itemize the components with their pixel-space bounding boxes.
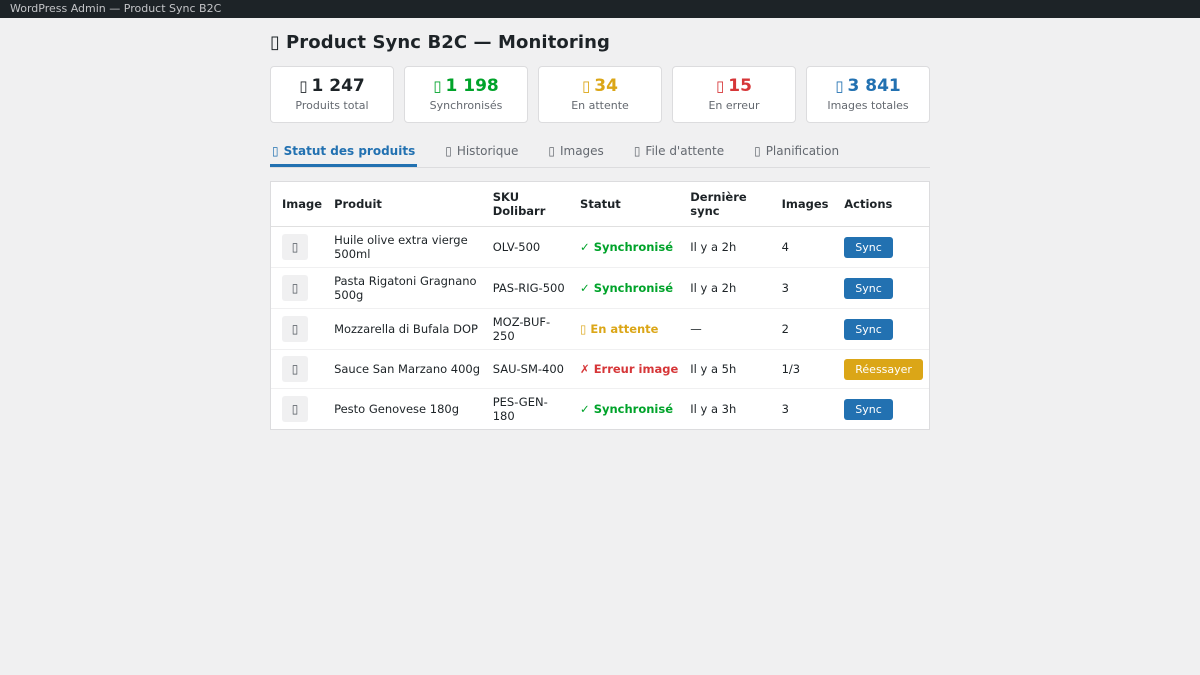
content-area: ▯ Product Sync B2C — Monitoring ▯ 1 247 Pr…	[270, 18, 930, 430]
stat-value: 34	[594, 76, 618, 96]
error-icon: ▯	[716, 77, 724, 95]
stat-value: 1 247	[312, 76, 365, 96]
last-sync: —	[684, 309, 775, 350]
stat-card-synchronises: ▯ 1 198 Synchronisés	[404, 66, 528, 123]
admin-topbar: WordPress Admin — Product Sync B2C	[0, 0, 1200, 18]
tab-historique[interactable]: ▯Historique	[443, 140, 520, 167]
column-header-image: Image	[271, 182, 328, 227]
image-icon: ▯	[548, 144, 555, 158]
column-header-statut: Statut	[574, 182, 684, 227]
tab-images[interactable]: ▯Images	[546, 140, 605, 167]
table-header-row: Image Produit SKU Dolibarr Statut Derniè…	[271, 182, 929, 227]
image-count: 1/3	[776, 350, 839, 389]
stat-value: 3 841	[848, 76, 901, 96]
product-name: Mozzarella di Bufala DOP	[328, 309, 487, 350]
image-count: 2	[776, 309, 839, 350]
product-sku: PAS-RIG-500	[487, 268, 574, 309]
product-name: Huile olive extra vierge 500ml	[328, 227, 487, 268]
product-thumbnail: ▯	[282, 275, 308, 301]
product-name: Sauce San Marzano 400g	[328, 350, 487, 389]
status-badge: ▯En attente	[580, 322, 658, 336]
table-row: ▯ Mozzarella di Bufala DOP MOZ-BUF-250 ▯…	[271, 309, 929, 350]
product-sku: OLV-500	[487, 227, 574, 268]
table-row: ▯ Pesto Genovese 180g PES-GEN-180 ✓Synch…	[271, 389, 929, 430]
sync-button[interactable]: Sync	[844, 237, 893, 258]
check-icon: ▯	[433, 77, 441, 95]
stat-label: Images totales	[811, 99, 925, 112]
last-sync: Il y a 2h	[684, 227, 775, 268]
products-table: Image Produit SKU Dolibarr Statut Derniè…	[271, 182, 929, 429]
stat-label: Produits total	[275, 99, 389, 112]
stat-value: 15	[728, 76, 752, 96]
queue-icon: ▯	[634, 144, 641, 158]
page-title: ▯ Product Sync B2C — Monitoring	[270, 32, 930, 53]
status-badge: ✓Synchronisé	[580, 402, 673, 416]
stat-label: Synchronisés	[409, 99, 523, 112]
image-count: 3	[776, 389, 839, 430]
sync-button[interactable]: Sync	[844, 399, 893, 420]
chart-icon: ▯	[272, 144, 279, 158]
tab-file-d-attente[interactable]: ▯File d'attente	[632, 140, 726, 167]
stat-label: En attente	[543, 99, 657, 112]
hourglass-icon: ▯	[580, 322, 586, 336]
hourglass-icon: ▯	[582, 77, 590, 95]
check-icon: ✓	[580, 281, 590, 295]
product-sku: MOZ-BUF-250	[487, 309, 574, 350]
sync-button[interactable]: Sync	[844, 278, 893, 299]
product-thumbnail: ▯	[282, 356, 308, 382]
clock-icon: ▯	[445, 144, 452, 158]
tab-planification[interactable]: ▯Planification	[752, 140, 841, 167]
stat-card-en-attente: ▯34 En attente	[538, 66, 662, 123]
check-icon: ✓	[580, 402, 590, 416]
product-sku: SAU-SM-400	[487, 350, 574, 389]
check-icon: ✓	[580, 240, 590, 254]
last-sync: Il y a 5h	[684, 350, 775, 389]
image-count: 3	[776, 268, 839, 309]
product-name: Pasta Rigatoni Gragnano 500g	[328, 268, 487, 309]
stat-label: En erreur	[677, 99, 791, 112]
sync-icon: ▯	[270, 32, 280, 53]
cross-icon: ✗	[580, 362, 590, 376]
status-badge: ✓Synchronisé	[580, 281, 673, 295]
package-icon: ▯	[299, 77, 307, 95]
stat-value: 1 198	[446, 76, 499, 96]
product-thumbnail: ▯	[282, 396, 308, 422]
stat-card-produits-total: ▯ 1 247 Produits total	[270, 66, 394, 123]
column-header-images: Images	[776, 182, 839, 227]
stat-card-en-erreur: ▯15 En erreur	[672, 66, 796, 123]
column-header-produit: Produit	[328, 182, 487, 227]
products-table-container: Image Produit SKU Dolibarr Statut Derniè…	[270, 181, 930, 430]
stats-row: ▯ 1 247 Produits total ▯ 1 198 Synchronisé…	[270, 66, 930, 123]
last-sync: Il y a 3h	[684, 389, 775, 430]
column-header-derniere-sync: Dernière sync	[684, 182, 775, 227]
product-sku: PES-GEN-180	[487, 389, 574, 430]
image-count: 4	[776, 227, 839, 268]
product-thumbnail: ▯	[282, 234, 308, 260]
image-icon: ▯	[835, 77, 843, 95]
admin-topbar-title: WordPress Admin — Product Sync B2C	[10, 2, 221, 15]
column-header-sku: SKU Dolibarr	[487, 182, 574, 227]
sync-button[interactable]: Sync	[844, 319, 893, 340]
table-row: ▯ Pasta Rigatoni Gragnano 500g PAS-RIG-5…	[271, 268, 929, 309]
retry-button[interactable]: Réessayer	[844, 359, 923, 380]
tab-bar: ▯Statut des produits ▯Historique ▯Images…	[270, 140, 930, 168]
table-row: ▯ Sauce San Marzano 400g SAU-SM-400 ✗Err…	[271, 350, 929, 389]
column-header-actions: Actions	[838, 182, 929, 227]
calendar-icon: ▯	[754, 144, 761, 158]
page-title-text: Product Sync B2C — Monitoring	[286, 32, 610, 53]
table-row: ▯ Huile olive extra vierge 500ml OLV-500…	[271, 227, 929, 268]
status-badge: ✓Synchronisé	[580, 240, 673, 254]
product-thumbnail: ▯	[282, 316, 308, 342]
status-badge: ✗Erreur image	[580, 362, 678, 376]
last-sync: Il y a 2h	[684, 268, 775, 309]
product-name: Pesto Genovese 180g	[328, 389, 487, 430]
tab-statut-des-produits[interactable]: ▯Statut des produits	[270, 140, 417, 167]
stat-card-images-totales: ▯ 3 841 Images totales	[806, 66, 930, 123]
